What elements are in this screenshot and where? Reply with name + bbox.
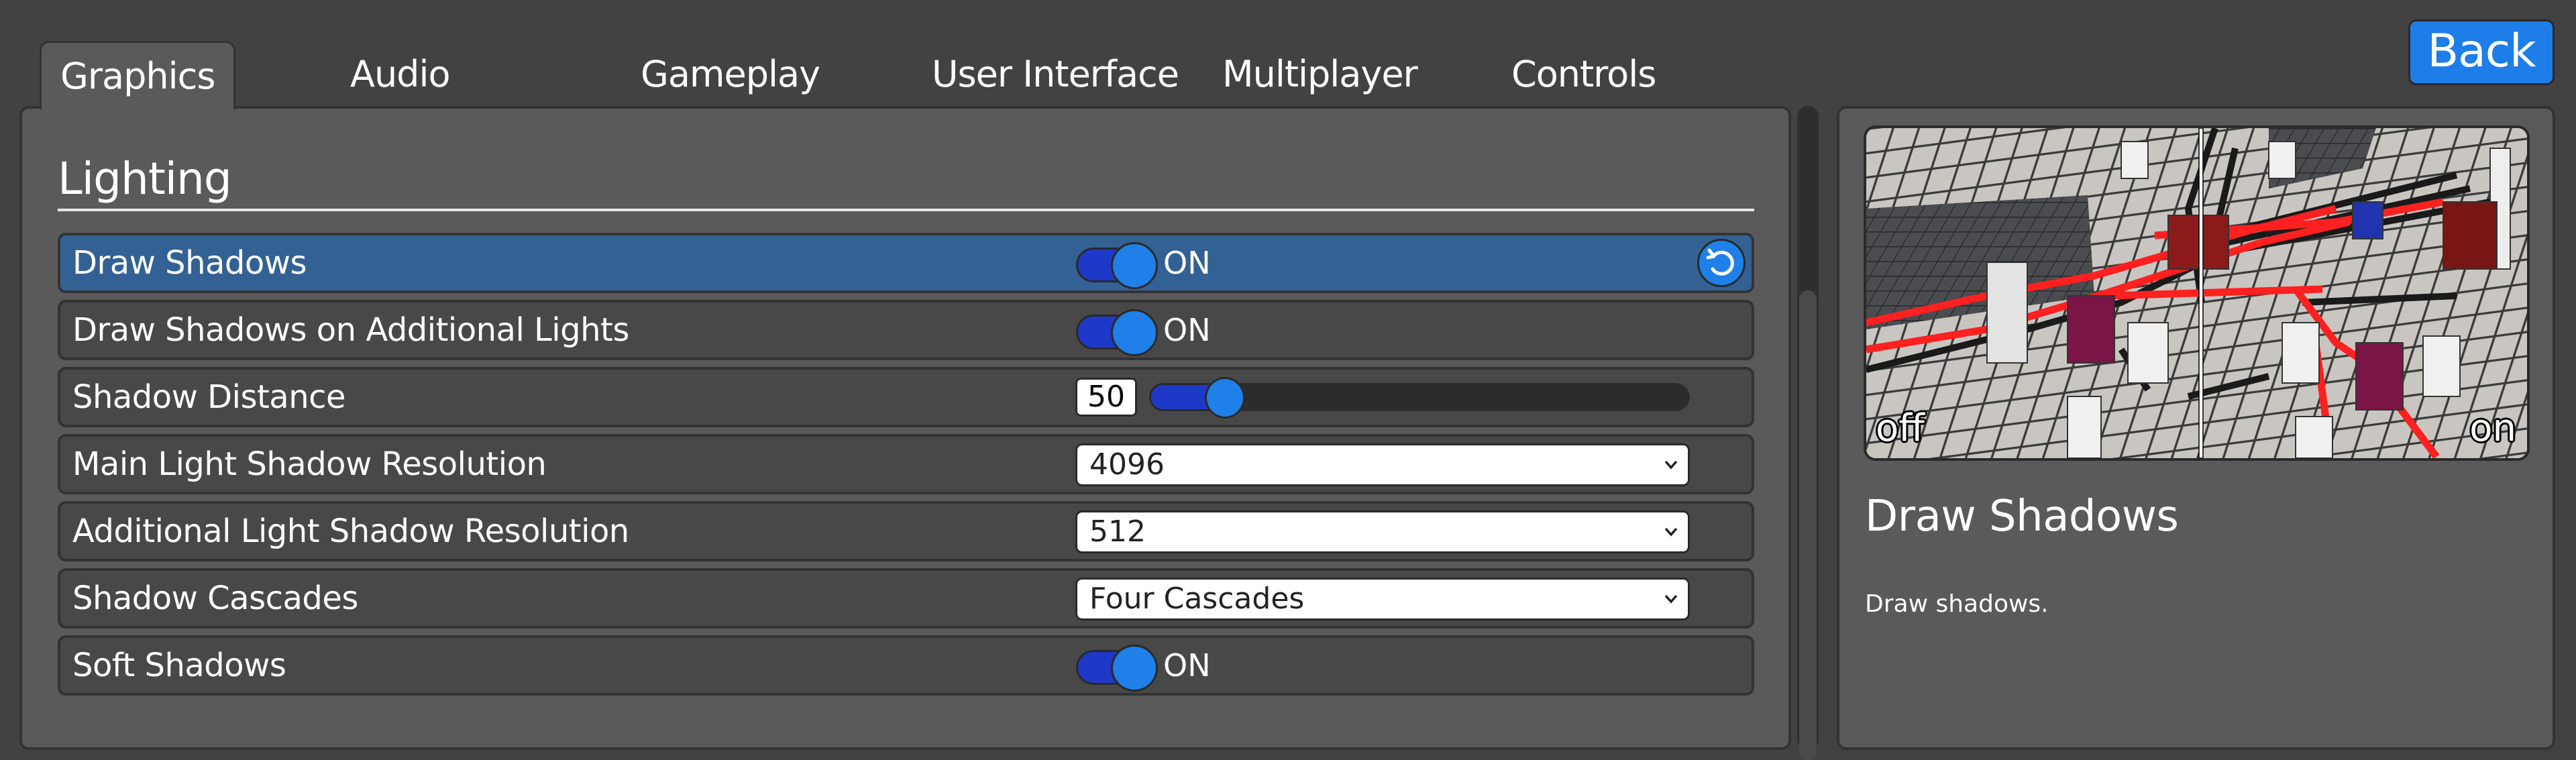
chevron-down-icon: [1664, 594, 1678, 604]
dropdown-value: 4096: [1089, 447, 1165, 482]
setting-row-additional-light-shadow-resolution[interactable]: Additional Light Shadow Resolution 512: [58, 501, 1754, 561]
toggle-state: ON: [1163, 245, 1211, 281]
setting-label: Main Light Shadow Resolution: [72, 445, 547, 483]
tab-controls[interactable]: Controls: [1493, 41, 1674, 107]
preview-off-label: off: [1876, 406, 1925, 450]
detail-description: Draw shadows.: [1865, 590, 2049, 618]
setting-label: Draw Shadows: [72, 244, 307, 282]
back-button[interactable]: Back: [2408, 19, 2555, 85]
toggle-knob: [1111, 309, 1158, 356]
soft-shadows-toggle[interactable]: [1076, 645, 1163, 692]
setting-row-main-light-shadow-resolution[interactable]: Main Light Shadow Resolution 4096: [58, 434, 1754, 494]
tab-audio[interactable]: Audio: [331, 41, 468, 107]
dropdown-value: Four Cascades: [1089, 582, 1305, 616]
shadow-distance-slider[interactable]: [1149, 376, 1690, 419]
detail-title: Draw Shadows: [1865, 492, 2179, 541]
setting-row-soft-shadows[interactable]: Soft Shadows ON: [58, 635, 1754, 696]
shadow-distance-value-input[interactable]: 50: [1075, 378, 1137, 417]
toggle-knob: [1111, 645, 1158, 692]
setting-row-draw-shadows[interactable]: Draw Shadows ON: [58, 233, 1754, 293]
setting-label: Additional Light Shadow Resolution: [72, 512, 629, 550]
tab-multiplayer[interactable]: Multiplayer: [1203, 41, 1436, 107]
tab-graphics[interactable]: Graphics: [40, 41, 236, 109]
setting-label: Draw Shadows on Additional Lights: [72, 311, 629, 349]
setting-row-draw-shadows-additional-lights[interactable]: Draw Shadows on Additional Lights ON: [58, 300, 1754, 360]
setting-label: Shadow Cascades: [72, 580, 358, 617]
preview-on-label: on: [2469, 406, 2516, 450]
scrollbar-thumb[interactable]: [1799, 290, 1817, 760]
additional-light-shadow-resolution-dropdown[interactable]: 512: [1075, 510, 1690, 553]
tab-gameplay[interactable]: Gameplay: [622, 41, 839, 107]
chevron-down-icon: [1664, 527, 1678, 537]
section-title: Lighting: [58, 153, 232, 205]
slider-handle[interactable]: [1205, 377, 1245, 419]
setting-row-shadow-cascades[interactable]: Shadow Cascades Four Cascades: [58, 568, 1754, 629]
toggle-state: ON: [1163, 647, 1211, 684]
reset-button[interactable]: [1697, 239, 1746, 287]
main-light-shadow-resolution-dropdown[interactable]: 4096: [1075, 443, 1690, 486]
setting-row-shadow-distance[interactable]: Shadow Distance 50: [58, 367, 1754, 427]
setting-label: Soft Shadows: [72, 647, 286, 684]
shadow-cascades-dropdown[interactable]: Four Cascades: [1075, 578, 1690, 620]
toggle-knob: [1111, 242, 1158, 289]
dropdown-value: 512: [1089, 514, 1146, 549]
additional-lights-shadows-toggle[interactable]: [1076, 309, 1163, 356]
tab-user-interface[interactable]: User Interface: [913, 41, 1197, 107]
settings-scrollbar[interactable]: [1797, 106, 1819, 760]
section-divider: [58, 209, 1754, 211]
setting-preview-image: off on: [1864, 125, 2530, 461]
chevron-down-icon: [1664, 460, 1678, 470]
toggle-state: ON: [1163, 312, 1211, 348]
preview-scene: [1866, 128, 2527, 458]
reset-icon: [1706, 248, 1734, 276]
draw-shadows-toggle[interactable]: [1076, 242, 1163, 289]
setting-label: Shadow Distance: [72, 378, 346, 416]
